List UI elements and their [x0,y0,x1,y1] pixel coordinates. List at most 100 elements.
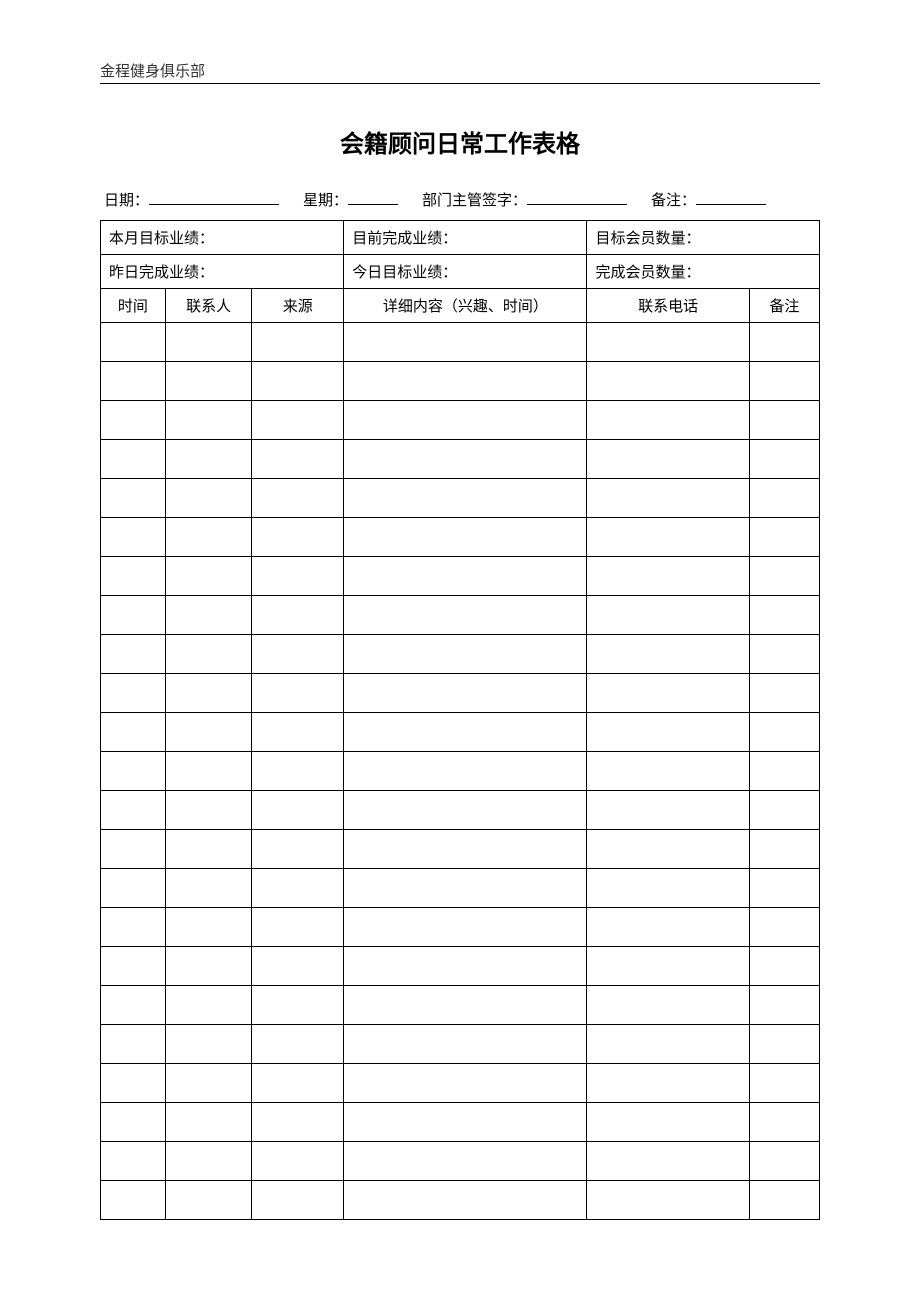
table-cell[interactable] [587,323,749,362]
table-cell[interactable] [165,830,251,869]
table-cell[interactable] [587,1025,749,1064]
table-cell[interactable] [749,713,819,752]
table-cell[interactable] [165,752,251,791]
table-cell[interactable] [344,791,587,830]
table-cell[interactable] [252,791,344,830]
weekday-blank[interactable] [348,189,398,205]
table-cell[interactable] [101,635,166,674]
table-cell[interactable] [165,1103,251,1142]
table-cell[interactable] [749,557,819,596]
table-cell[interactable] [749,986,819,1025]
table-cell[interactable] [101,557,166,596]
table-cell[interactable] [101,1025,166,1064]
table-cell[interactable] [587,752,749,791]
table-cell[interactable] [165,479,251,518]
table-cell[interactable] [101,986,166,1025]
table-cell[interactable] [101,518,166,557]
table-cell[interactable] [101,713,166,752]
table-cell[interactable] [252,674,344,713]
table-cell[interactable] [101,440,166,479]
table-cell[interactable] [749,947,819,986]
table-cell[interactable] [749,518,819,557]
table-cell[interactable] [587,401,749,440]
table-cell[interactable] [101,752,166,791]
table-cell[interactable] [749,596,819,635]
table-cell[interactable] [749,479,819,518]
table-cell[interactable] [101,1181,166,1220]
table-cell[interactable] [749,323,819,362]
table-cell[interactable] [344,752,587,791]
table-cell[interactable] [165,947,251,986]
table-cell[interactable] [165,401,251,440]
table-cell[interactable] [587,713,749,752]
table-cell[interactable] [252,557,344,596]
table-cell[interactable] [587,869,749,908]
table-cell[interactable] [587,986,749,1025]
table-cell[interactable] [165,518,251,557]
table-cell[interactable] [749,1064,819,1103]
table-cell[interactable] [344,986,587,1025]
table-cell[interactable] [587,557,749,596]
table-cell[interactable] [165,986,251,1025]
table-cell[interactable] [252,596,344,635]
table-cell[interactable] [749,674,819,713]
date-blank[interactable] [149,189,279,205]
table-cell[interactable] [344,908,587,947]
table-cell[interactable] [344,362,587,401]
table-cell[interactable] [587,830,749,869]
table-cell[interactable] [344,596,587,635]
table-cell[interactable] [344,1064,587,1103]
table-cell[interactable] [749,362,819,401]
table-cell[interactable] [344,557,587,596]
table-cell[interactable] [165,908,251,947]
table-cell[interactable] [165,1181,251,1220]
table-cell[interactable] [344,401,587,440]
table-cell[interactable] [165,1025,251,1064]
table-cell[interactable] [165,596,251,635]
table-cell[interactable] [165,869,251,908]
table-cell[interactable] [252,401,344,440]
table-cell[interactable] [101,1064,166,1103]
table-cell[interactable] [252,323,344,362]
table-cell[interactable] [165,323,251,362]
table-cell[interactable] [101,791,166,830]
table-cell[interactable] [344,1103,587,1142]
table-cell[interactable] [252,752,344,791]
table-cell[interactable] [344,674,587,713]
table-cell[interactable] [101,323,166,362]
signoff-blank[interactable] [527,189,627,205]
table-cell[interactable] [252,1103,344,1142]
table-cell[interactable] [252,908,344,947]
table-cell[interactable] [344,830,587,869]
table-cell[interactable] [252,986,344,1025]
table-cell[interactable] [165,791,251,830]
table-cell[interactable] [252,713,344,752]
table-cell[interactable] [749,1103,819,1142]
table-cell[interactable] [344,635,587,674]
table-cell[interactable] [101,479,166,518]
table-cell[interactable] [749,440,819,479]
table-cell[interactable] [252,1142,344,1181]
table-cell[interactable] [165,674,251,713]
table-cell[interactable] [165,1142,251,1181]
table-cell[interactable] [587,908,749,947]
table-cell[interactable] [749,401,819,440]
table-cell[interactable] [749,635,819,674]
table-cell[interactable] [101,947,166,986]
note-blank[interactable] [696,189,766,205]
table-cell[interactable] [344,1181,587,1220]
table-cell[interactable] [165,635,251,674]
table-cell[interactable] [587,1064,749,1103]
table-cell[interactable] [587,1142,749,1181]
table-cell[interactable] [252,362,344,401]
table-cell[interactable] [252,1064,344,1103]
table-cell[interactable] [749,908,819,947]
table-cell[interactable] [344,947,587,986]
table-cell[interactable] [587,1103,749,1142]
table-cell[interactable] [587,674,749,713]
table-cell[interactable] [101,674,166,713]
table-cell[interactable] [344,518,587,557]
table-cell[interactable] [344,323,587,362]
table-cell[interactable] [749,791,819,830]
table-cell[interactable] [101,908,166,947]
